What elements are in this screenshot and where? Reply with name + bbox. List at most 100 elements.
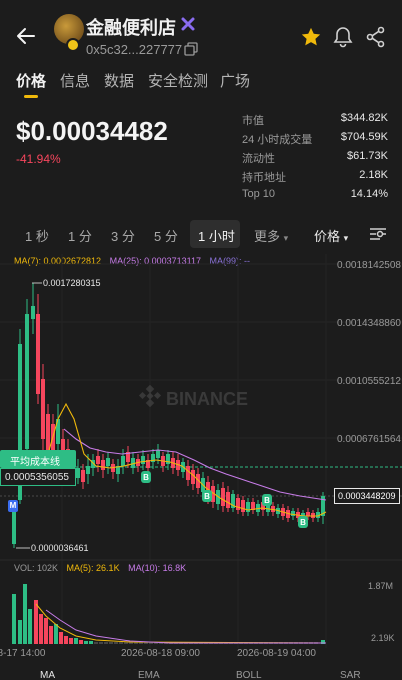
binance-watermark: BINANCE xyxy=(138,384,248,409)
indicator-tab-ema[interactable]: EMA xyxy=(138,670,160,680)
stat-liquidity: 流动性 $61.73K xyxy=(242,150,388,169)
volume-bar xyxy=(114,642,118,644)
tab-security[interactable]: 安全检测 xyxy=(148,70,208,91)
price-change: -41.94% xyxy=(16,152,61,166)
volume-bar xyxy=(54,624,58,644)
candle-body xyxy=(306,512,310,516)
volume-axis-min: 2.19K xyxy=(371,633,395,643)
indicator-tab-boll[interactable]: BOLL xyxy=(236,670,262,680)
m-marker-icon[interactable]: M xyxy=(8,500,18,512)
time-label: 2026-08-18 09:00 xyxy=(121,648,200,659)
stat-top10: Top 10 14.14% xyxy=(242,188,388,207)
stat-value: $61.73K xyxy=(347,150,388,162)
watermark-text: BINANCE xyxy=(166,389,248,409)
volume-bar xyxy=(94,642,98,644)
volume-bars xyxy=(12,584,325,644)
tab-info[interactable]: 信息 xyxy=(60,70,90,91)
y-axis-labels: 0.0018142508 0.0014348860 0.0010555212 0.00… xyxy=(337,260,401,445)
volume-bar xyxy=(109,642,113,644)
tab-price[interactable]: 价格 xyxy=(16,70,46,91)
stat-label: Top 10 xyxy=(242,188,276,200)
interval-5m[interactable]: 5 分 xyxy=(154,226,178,245)
token-name: 金融便利店 xyxy=(86,18,176,38)
svg-text:B: B xyxy=(300,518,306,527)
volume-bar xyxy=(28,609,32,644)
stat-value: $344.82K xyxy=(340,112,388,124)
volume-bar xyxy=(74,638,78,644)
interval-1h[interactable]: 1 小时 xyxy=(198,226,235,245)
candle-body xyxy=(291,511,295,516)
time-label: 08-17 14:00 xyxy=(0,648,46,659)
indicator-tab-sar[interactable]: SAR xyxy=(340,670,361,680)
volume-bar xyxy=(64,636,68,644)
interval-1m[interactable]: 1 分 xyxy=(68,226,92,245)
volume-bar xyxy=(12,594,16,644)
candle-body xyxy=(166,454,170,464)
interval-3m[interactable]: 3 分 xyxy=(111,226,135,245)
candle-body xyxy=(25,314,29,449)
candle-body xyxy=(36,314,40,394)
interval-1s[interactable]: 1 秒 xyxy=(25,226,49,245)
interval-more[interactable]: 更多 ▾ xyxy=(254,226,288,245)
candlesticks xyxy=(12,283,325,548)
candle-body xyxy=(41,379,45,439)
candle-body xyxy=(221,488,225,506)
price-select-label: 价格 xyxy=(314,229,341,244)
ma7-line xyxy=(47,402,327,517)
stat-holders: 持币地址 2.18K xyxy=(242,169,388,188)
volume-bar xyxy=(44,618,48,644)
buy-marker-icon: B xyxy=(141,471,151,483)
chart-settings-icon[interactable] xyxy=(369,226,387,242)
vol-legend: VOL: 102K xyxy=(14,563,59,573)
indicator-tab-ma[interactable]: MA xyxy=(40,670,55,680)
tab-data[interactable]: 数据 xyxy=(104,70,134,91)
price-type-select[interactable]: 价格 ▾ xyxy=(314,226,348,245)
svg-text:B: B xyxy=(143,473,149,482)
stat-value: $704.59K xyxy=(340,131,388,143)
candle-body xyxy=(96,456,100,464)
copy-icon[interactable] xyxy=(184,42,198,56)
buy-marker-icon: B xyxy=(262,494,272,506)
volume-bar xyxy=(69,638,73,644)
back-arrow-icon[interactable] xyxy=(14,24,38,48)
volume-bar xyxy=(104,642,108,644)
tab-square[interactable]: 广场 xyxy=(220,70,250,91)
volume-bar xyxy=(99,642,103,644)
candle-body xyxy=(101,460,105,470)
candle-body xyxy=(121,456,125,466)
stat-label: 24 小时成交量 xyxy=(242,134,313,146)
candle-body xyxy=(31,306,35,319)
chain-badge-icon xyxy=(66,38,80,52)
volume-bar xyxy=(18,620,22,644)
share-icon[interactable] xyxy=(366,26,386,48)
buy-marker-icon: B xyxy=(298,516,308,528)
stat-24h-volume: 24 小时成交量 $704.59K xyxy=(242,131,388,150)
avg-cost-value: 0.0005356055 xyxy=(0,468,76,486)
stat-label: 市值 xyxy=(242,115,264,127)
volume-bar xyxy=(23,584,27,644)
volume-bar xyxy=(49,626,53,644)
candle-body xyxy=(241,500,245,512)
stat-value: 14.14% xyxy=(350,188,388,200)
avg-cost-label: 平均成本线 xyxy=(0,450,76,468)
bell-icon[interactable] xyxy=(333,26,353,48)
svg-text:B: B xyxy=(264,496,270,505)
volume-bar xyxy=(39,614,43,644)
volume-bar xyxy=(34,600,38,644)
header: 金融便利店 0x5c32...227777 xyxy=(0,0,402,66)
candle-body xyxy=(76,468,80,478)
token-stats: 市值 $344.82K 24 小时成交量 $704.59K 流动性 $61.73… xyxy=(242,112,388,207)
candle-body xyxy=(81,470,85,482)
candle-body xyxy=(156,450,160,458)
stat-market-cap: 市值 $344.82K xyxy=(242,112,388,131)
candle-body xyxy=(226,492,230,508)
volume-bar xyxy=(59,632,63,644)
stat-label: 流动性 xyxy=(242,153,275,165)
more-label: 更多 xyxy=(254,229,281,244)
active-tab-indicator xyxy=(24,95,38,98)
y-axis-label: 0.0018142508 xyxy=(337,260,401,271)
low-price-label: 0.0000036461 xyxy=(31,543,89,553)
current-price: $0.00034482 xyxy=(16,116,168,146)
star-favorite-icon[interactable] xyxy=(300,26,322,48)
vol-ma5-legend: MA(5): 26.1K xyxy=(66,563,120,573)
